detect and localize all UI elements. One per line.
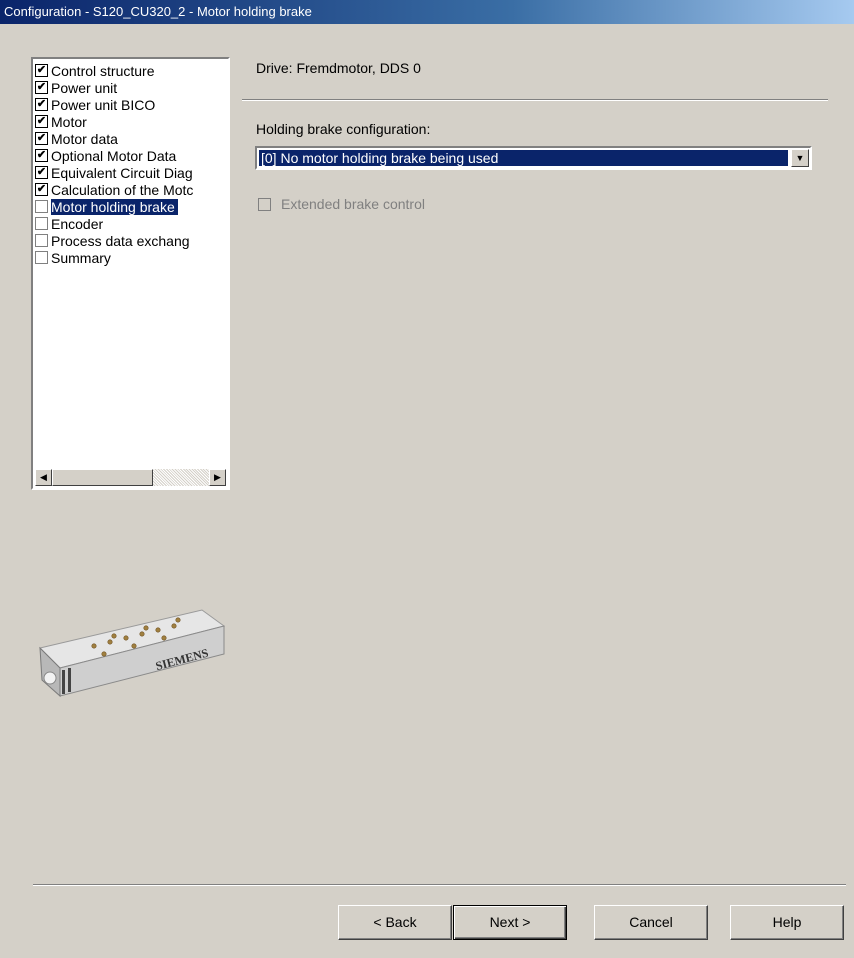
cancel-button[interactable]: Cancel xyxy=(594,905,708,940)
step-label: Summary xyxy=(51,249,111,266)
scroll-thumb[interactable] xyxy=(52,469,153,486)
step-label: Encoder xyxy=(51,215,104,232)
scroll-left-icon[interactable]: ◀ xyxy=(35,469,52,486)
checkbox-box xyxy=(258,197,271,211)
step-checkbox[interactable] xyxy=(35,200,48,213)
step-item-calculation[interactable]: ✔ Calculation of the Motc xyxy=(35,181,228,198)
brake-config-label: Holding brake configuration: xyxy=(256,121,431,137)
horizontal-scrollbar[interactable]: ◀ ▶ xyxy=(35,469,226,486)
extended-brake-checkbox: Extended brake control xyxy=(258,196,425,212)
step-tree[interactable]: ✔ Control structure ✔ Power unit ✔ Power… xyxy=(31,57,230,490)
step-checkbox[interactable]: ✔ xyxy=(35,132,48,145)
step-checkbox[interactable]: ✔ xyxy=(35,149,48,162)
scroll-right-icon[interactable]: ▶ xyxy=(209,469,226,486)
help-button[interactable]: Help xyxy=(730,905,844,940)
step-item-motor[interactable]: ✔ Motor xyxy=(35,113,228,130)
next-button[interactable]: Next > xyxy=(453,905,567,940)
step-label: Power unit xyxy=(51,79,118,96)
step-checkbox[interactable] xyxy=(35,251,48,264)
step-item-power-unit-bico[interactable]: ✔ Power unit BICO xyxy=(35,96,228,113)
brake-config-value[interactable]: [0] No motor holding brake being used xyxy=(259,150,788,166)
step-label: Motor data xyxy=(51,130,118,147)
separator xyxy=(242,99,828,101)
step-label: Process data exchang xyxy=(51,232,190,249)
step-label: Equivalent Circuit Diag xyxy=(51,164,193,181)
step-item-motor-holding-brake[interactable]: Motor holding brake xyxy=(35,198,228,215)
step-label: Control structure xyxy=(51,62,155,79)
scroll-track[interactable] xyxy=(153,469,209,486)
control-unit-image: SIEMENS xyxy=(39,609,226,698)
step-label: Power unit BICO xyxy=(51,96,156,113)
step-item-power-unit[interactable]: ✔ Power unit xyxy=(35,79,228,96)
step-item-control-structure[interactable]: ✔ Control structure xyxy=(35,62,228,79)
step-item-equivalent-circuit[interactable]: ✔ Equivalent Circuit Diag xyxy=(35,164,228,181)
window-title: Configuration - S120_CU320_2 - Motor hol… xyxy=(0,0,854,24)
step-label: Motor holding brake xyxy=(51,198,178,215)
step-checkbox[interactable]: ✔ xyxy=(35,98,48,111)
step-checkbox[interactable] xyxy=(35,234,48,247)
step-checkbox[interactable]: ✔ xyxy=(35,115,48,128)
chevron-down-icon[interactable]: ▼ xyxy=(791,149,809,167)
step-checkbox[interactable]: ✔ xyxy=(35,64,48,77)
back-button[interactable]: < Back xyxy=(338,905,452,940)
step-label: Motor xyxy=(51,113,87,130)
extended-brake-label: Extended brake control xyxy=(281,196,425,212)
step-checkbox[interactable]: ✔ xyxy=(35,81,48,94)
step-item-summary[interactable]: Summary xyxy=(35,249,228,266)
separator xyxy=(33,884,846,886)
drive-label: Drive: Fremdmotor, DDS 0 xyxy=(256,60,421,76)
step-item-motor-data[interactable]: ✔ Motor data xyxy=(35,130,228,147)
step-list: ✔ Control structure ✔ Power unit ✔ Power… xyxy=(35,62,228,472)
step-label: Optional Motor Data xyxy=(51,147,177,164)
step-item-optional-motor-data[interactable]: ✔ Optional Motor Data xyxy=(35,147,228,164)
step-item-encoder[interactable]: Encoder xyxy=(35,215,228,232)
step-item-process-data[interactable]: Process data exchang xyxy=(35,232,228,249)
brake-config-dropdown[interactable]: [0] No motor holding brake being used ▼ xyxy=(255,146,812,170)
step-checkbox[interactable]: ✔ xyxy=(35,183,48,196)
step-checkbox[interactable]: ✔ xyxy=(35,166,48,179)
step-checkbox[interactable] xyxy=(35,217,48,230)
step-label: Calculation of the Motc xyxy=(51,181,194,198)
